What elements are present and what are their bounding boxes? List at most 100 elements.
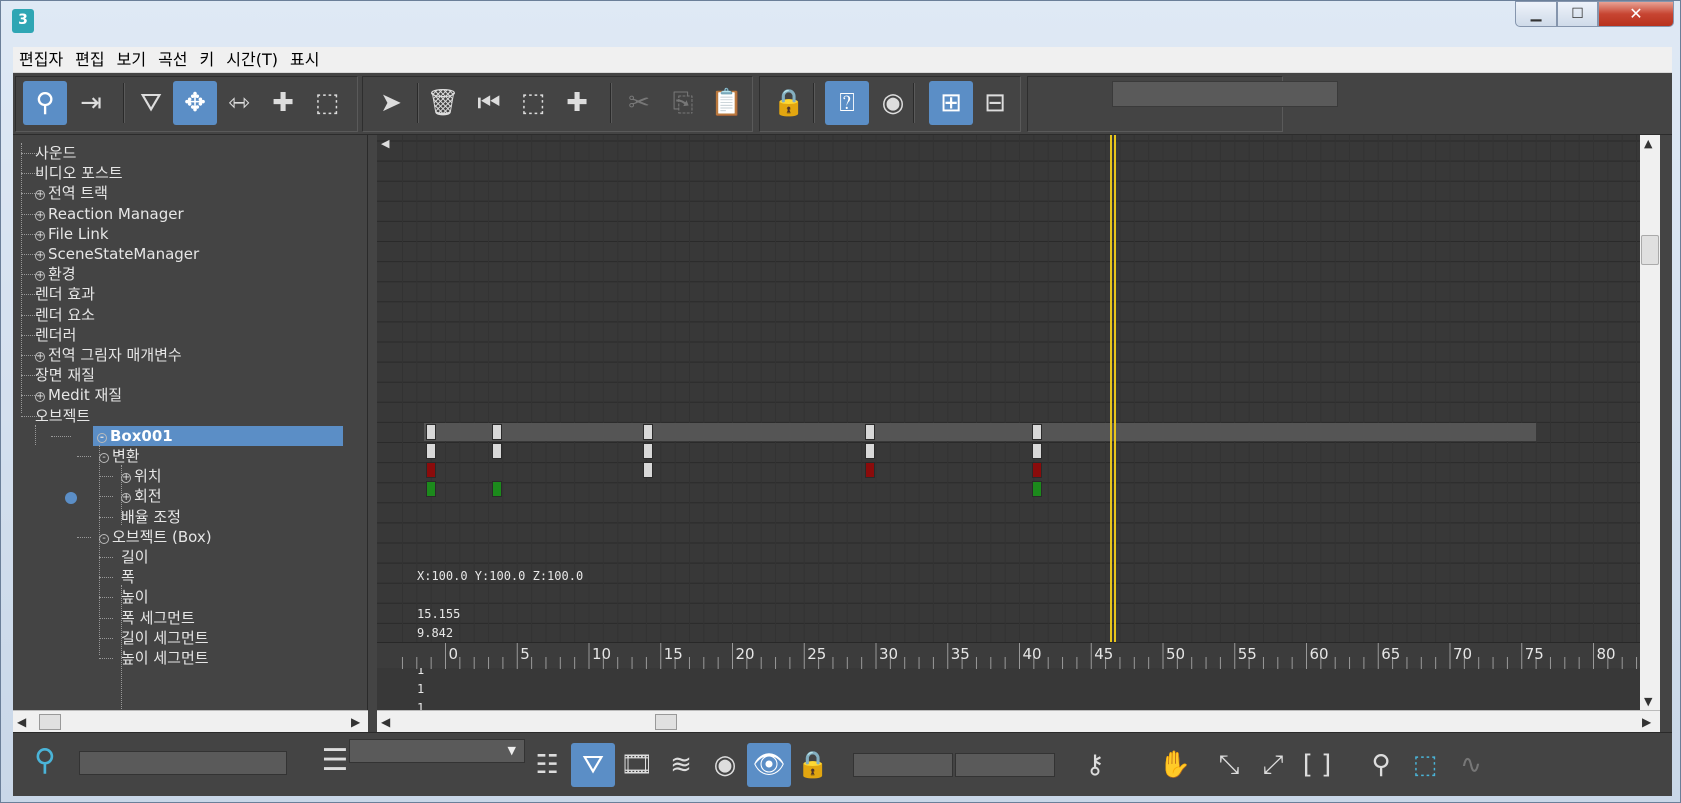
scroll-left-icon[interactable]: ◀: [17, 711, 26, 733]
animation-key[interactable]: [642, 443, 653, 459]
tree-node[interactable]: - 오브젝트 (Box): [99, 527, 212, 547]
hierarchy-icon[interactable]: ⊞: [929, 81, 973, 125]
menu-curves[interactable]: 곡선: [152, 47, 193, 73]
delete-time-icon[interactable]: 🗑: [421, 81, 465, 125]
tree-node[interactable]: 높이: [121, 587, 149, 607]
tree-node[interactable]: + Medit 재질: [35, 385, 122, 405]
animation-key[interactable]: [492, 424, 503, 440]
tree-node[interactable]: + File Link: [35, 224, 109, 244]
animation-key[interactable]: [642, 462, 653, 478]
tree-node[interactable]: 장면 재질: [35, 365, 95, 385]
expand-icon[interactable]: +: [35, 210, 45, 221]
tree-node[interactable]: 폭: [121, 567, 135, 587]
reverse-time-icon[interactable]: ⏮: [467, 81, 511, 125]
expand-icon[interactable]: +: [35, 271, 45, 282]
expand-icon[interactable]: +: [121, 473, 131, 484]
track-scroll-left-icon[interactable]: ◀: [381, 711, 390, 733]
menu-editor[interactable]: 편집자: [13, 47, 69, 73]
animation-key[interactable]: [1031, 443, 1042, 459]
expand-icon[interactable]: +: [35, 392, 45, 403]
tree-node[interactable]: 사운드: [35, 143, 76, 163]
key-info-icon[interactable]: ⚷: [1073, 743, 1117, 787]
animation-key[interactable]: [865, 424, 876, 440]
track-horizontal-scrollbar[interactable]: ◀ ▶: [377, 710, 1660, 732]
expand-icon[interactable]: +: [35, 352, 45, 362]
filter-select[interactable]: ▼: [349, 739, 525, 763]
lock-selection-icon[interactable]: 🔒: [767, 81, 811, 125]
filter-icon[interactable]: ⛛: [129, 81, 173, 125]
show-keyable-icon[interactable]: ◉: [871, 81, 915, 125]
tree-node[interactable]: 배율 조정: [121, 507, 181, 527]
animation-key[interactable]: [492, 481, 503, 497]
animation-key[interactable]: [642, 424, 653, 440]
filter-list-icon[interactable]: ☷: [525, 743, 569, 787]
zoom-region-icon[interactable]: ⬚: [1403, 743, 1447, 787]
copy-time-icon[interactable]: ⎘: [661, 81, 705, 125]
tree-node[interactable]: 렌더 효과: [35, 284, 95, 304]
menu-edit[interactable]: 편집: [69, 47, 110, 73]
tree-node[interactable]: + 회전: [121, 486, 162, 506]
vertical-scroll-thumb[interactable]: [1641, 235, 1659, 265]
scale-time-icon[interactable]: ⬚: [511, 81, 555, 125]
zoom-selected-icon[interactable]: ⚲: [23, 739, 67, 783]
track-vertical-scrollbar[interactable]: ▲ ▼: [1640, 135, 1660, 710]
scroll-right-icon[interactable]: ▶: [351, 711, 360, 733]
isolate-curve-icon[interactable]: ∿: [1449, 743, 1493, 787]
frame-field-1[interactable]: [853, 753, 953, 777]
tree-node[interactable]: 폭 세그먼트: [121, 608, 195, 628]
collapse-icon[interactable]: -: [99, 453, 109, 463]
expand-icon[interactable]: +: [35, 190, 45, 201]
filter-visible-icon[interactable]: 👁: [747, 743, 791, 787]
add-keys-icon[interactable]: ✚: [261, 81, 305, 125]
cut-time-icon[interactable]: ✂: [617, 81, 661, 125]
animation-key[interactable]: [426, 481, 437, 497]
tree-horizontal-scrollbar[interactable]: ◀ ▶: [13, 710, 368, 732]
tree-node[interactable]: - 변환: [99, 446, 140, 466]
animation-key[interactable]: [1031, 481, 1042, 497]
frame-value-icon[interactable]: ⤢: [1251, 743, 1295, 787]
move-keys-icon[interactable]: ✥: [173, 81, 217, 125]
track-name-field[interactable]: [1112, 81, 1338, 107]
scroll-down-icon[interactable]: ▼: [1644, 695, 1652, 708]
scale-keys-icon[interactable]: ⬚: [305, 81, 349, 125]
minimize-button[interactable]: ▁: [1515, 1, 1557, 27]
menu-keys[interactable]: 키: [194, 47, 221, 73]
filter-animated-icon[interactable]: 🎞: [615, 743, 659, 787]
filter-selected-icon[interactable]: ⛛: [571, 743, 615, 787]
frame-ruler[interactable]: 0 5 10 15 20 25 30 35 40 45 50 55 60 65 70 75 80: [377, 642, 1640, 669]
time-slider-line[interactable]: [1109, 135, 1116, 642]
animation-key[interactable]: [1031, 462, 1042, 478]
menu-display[interactable]: 표시: [284, 47, 325, 73]
tree-node[interactable]: 렌더러: [35, 325, 76, 345]
maximize-button[interactable]: ☐: [1557, 1, 1598, 27]
close-button[interactable]: ✕: [1598, 1, 1674, 27]
pan-hand-icon[interactable]: ✋: [1153, 743, 1197, 787]
search-field[interactable]: [79, 751, 287, 775]
select-time-icon[interactable]: ➤: [369, 81, 413, 125]
expand-icon[interactable]: +: [35, 251, 45, 261]
tree-node[interactable]: + SceneStateManager: [35, 244, 199, 264]
animation-key[interactable]: [426, 443, 437, 459]
track-scroll-thumb[interactable]: [655, 714, 677, 730]
tree-node[interactable]: 비디오 포스트: [35, 163, 123, 183]
modify-subtree-icon[interactable]: ⊟: [973, 81, 1017, 125]
paste-time-icon[interactable]: 📋: [705, 81, 749, 125]
filter-unlocked-icon[interactable]: 🔒: [791, 743, 835, 787]
collapse-icon[interactable]: -: [99, 533, 109, 544]
expand-icon[interactable]: +: [35, 230, 45, 241]
menu-view[interactable]: 보기: [111, 47, 152, 73]
tree-node[interactable]: 길이 세그먼트: [121, 628, 209, 648]
frame-horizontal-icon[interactable]: ⤡: [1207, 743, 1251, 787]
tree-node[interactable]: 높이 세그먼트: [121, 648, 209, 668]
animation-key[interactable]: [426, 424, 437, 440]
animation-key[interactable]: [426, 462, 437, 478]
scroll-thumb[interactable]: [39, 714, 61, 730]
expand-icon[interactable]: +: [121, 493, 131, 504]
animation-key[interactable]: [1031, 424, 1042, 440]
tree-node[interactable]: 길이: [121, 547, 149, 567]
tree-node[interactable]: - Box001: [93, 425, 343, 446]
zoom-icon[interactable]: ⚲: [1359, 743, 1403, 787]
tree-node[interactable]: + 환경: [35, 264, 76, 284]
collapse-icon[interactable]: -: [97, 432, 107, 443]
track-scroll-right-icon[interactable]: ▶: [1642, 711, 1651, 733]
